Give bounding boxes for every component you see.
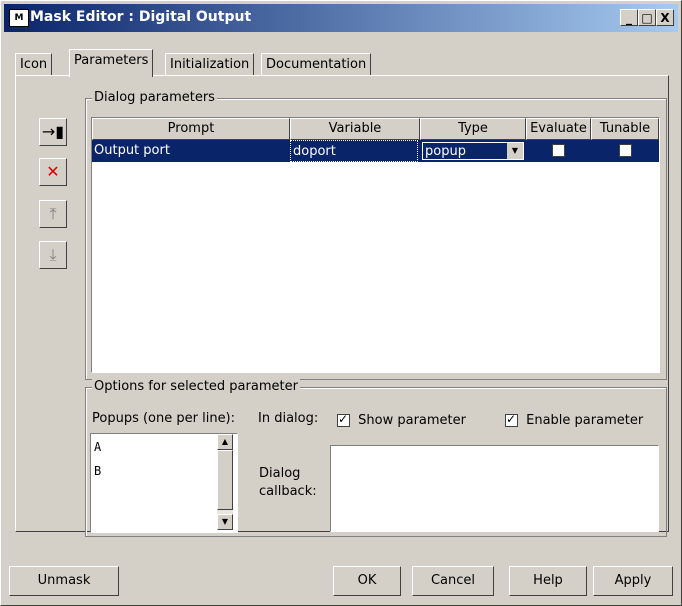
type-dropdown[interactable]: popup ▼ bbox=[422, 142, 524, 160]
tab-parameters[interactable]: Parameters bbox=[69, 49, 154, 77]
close-button[interactable]: X bbox=[656, 9, 674, 26]
minimize-button[interactable]: _ bbox=[620, 9, 638, 26]
help-button[interactable]: Help bbox=[509, 566, 587, 596]
delete-parameter-button[interactable]: ✕ bbox=[39, 158, 67, 186]
cancel-button[interactable]: Cancel bbox=[412, 566, 494, 596]
dialog-callback-label: Dialog bbox=[259, 466, 301, 481]
scroll-down-icon[interactable]: ▼ bbox=[217, 514, 233, 530]
move-up-icon: ⤒ bbox=[49, 204, 57, 223]
title-bar[interactable]: M Mask Editor : Digital Output _ □ X bbox=[4, 4, 678, 32]
options-legend: Options for selected parameter bbox=[92, 379, 300, 394]
type-dropdown-value: popup bbox=[425, 144, 466, 159]
column-header-type[interactable]: Type bbox=[420, 118, 526, 140]
dialog-callback-label-2: callback: bbox=[259, 484, 317, 499]
move-up-button[interactable]: ⤒ bbox=[39, 200, 67, 228]
unmask-button[interactable]: Unmask bbox=[9, 566, 119, 596]
popups-textarea[interactable]: A B ▲ ▼ bbox=[90, 433, 238, 533]
popups-scrollbar[interactable]: ▲ ▼ bbox=[217, 434, 233, 530]
add-parameter-icon: →▮ bbox=[41, 122, 65, 141]
window-title: Mask Editor : Digital Output bbox=[30, 9, 252, 25]
column-header-prompt[interactable]: Prompt bbox=[92, 118, 290, 140]
apply-button[interactable]: Apply bbox=[593, 566, 673, 596]
enable-parameter-label: Enable parameter bbox=[526, 413, 644, 428]
tab-icon[interactable]: Icon bbox=[15, 53, 53, 76]
in-dialog-label: In dialog: bbox=[258, 411, 319, 426]
ok-button[interactable]: OK bbox=[333, 566, 401, 596]
cell-prompt[interactable]: Output port bbox=[92, 140, 290, 162]
column-header-evaluate[interactable]: Evaluate bbox=[526, 118, 591, 140]
dialog-parameters-legend: Dialog parameters bbox=[92, 90, 217, 105]
move-down-button[interactable]: ⤓ bbox=[39, 241, 67, 269]
delete-parameter-icon: ✕ bbox=[46, 162, 60, 181]
cell-tunable bbox=[591, 140, 659, 162]
dialog-callback-input[interactable] bbox=[330, 445, 659, 532]
column-header-variable[interactable]: Variable bbox=[290, 118, 420, 140]
column-header-tunable[interactable]: Tunable bbox=[591, 118, 659, 140]
tunable-checkbox[interactable] bbox=[618, 144, 632, 157]
popup-item: A bbox=[94, 440, 102, 454]
show-parameter-label: Show parameter bbox=[358, 413, 466, 428]
cell-type[interactable]: popup ▼ bbox=[422, 140, 526, 162]
parameters-table: Prompt Variable Type Evaluate Tunable Ou… bbox=[91, 117, 660, 373]
mask-editor-window: M Mask Editor : Digital Output _ □ X Ico… bbox=[0, 0, 682, 606]
evaluate-checkbox[interactable] bbox=[552, 144, 565, 157]
popup-item: B bbox=[94, 464, 102, 478]
enable-parameter-checkbox[interactable] bbox=[505, 412, 518, 427]
maximize-button[interactable]: □ bbox=[638, 9, 656, 26]
tab-documentation[interactable]: Documentation bbox=[261, 53, 372, 76]
mask-app-icon: M bbox=[9, 9, 29, 27]
table-row[interactable]: Output port doport popup ▼ bbox=[92, 140, 659, 162]
move-down-icon: ⤓ bbox=[49, 245, 57, 264]
enable-parameter-option[interactable]: Enable parameter bbox=[505, 412, 644, 428]
scroll-thumb[interactable] bbox=[217, 450, 233, 510]
cell-variable[interactable]: doport bbox=[290, 140, 418, 162]
show-parameter-checkbox[interactable] bbox=[337, 412, 350, 427]
tab-initialization[interactable]: Initialization bbox=[165, 53, 255, 76]
scroll-up-icon[interactable]: ▲ bbox=[217, 434, 233, 450]
chevron-down-icon[interactable]: ▼ bbox=[507, 143, 523, 159]
popups-label: Popups (one per line): bbox=[92, 411, 236, 426]
show-parameter-option[interactable]: Show parameter bbox=[337, 412, 466, 428]
cell-evaluate bbox=[526, 140, 591, 162]
add-parameter-button[interactable]: →▮ bbox=[39, 118, 67, 146]
